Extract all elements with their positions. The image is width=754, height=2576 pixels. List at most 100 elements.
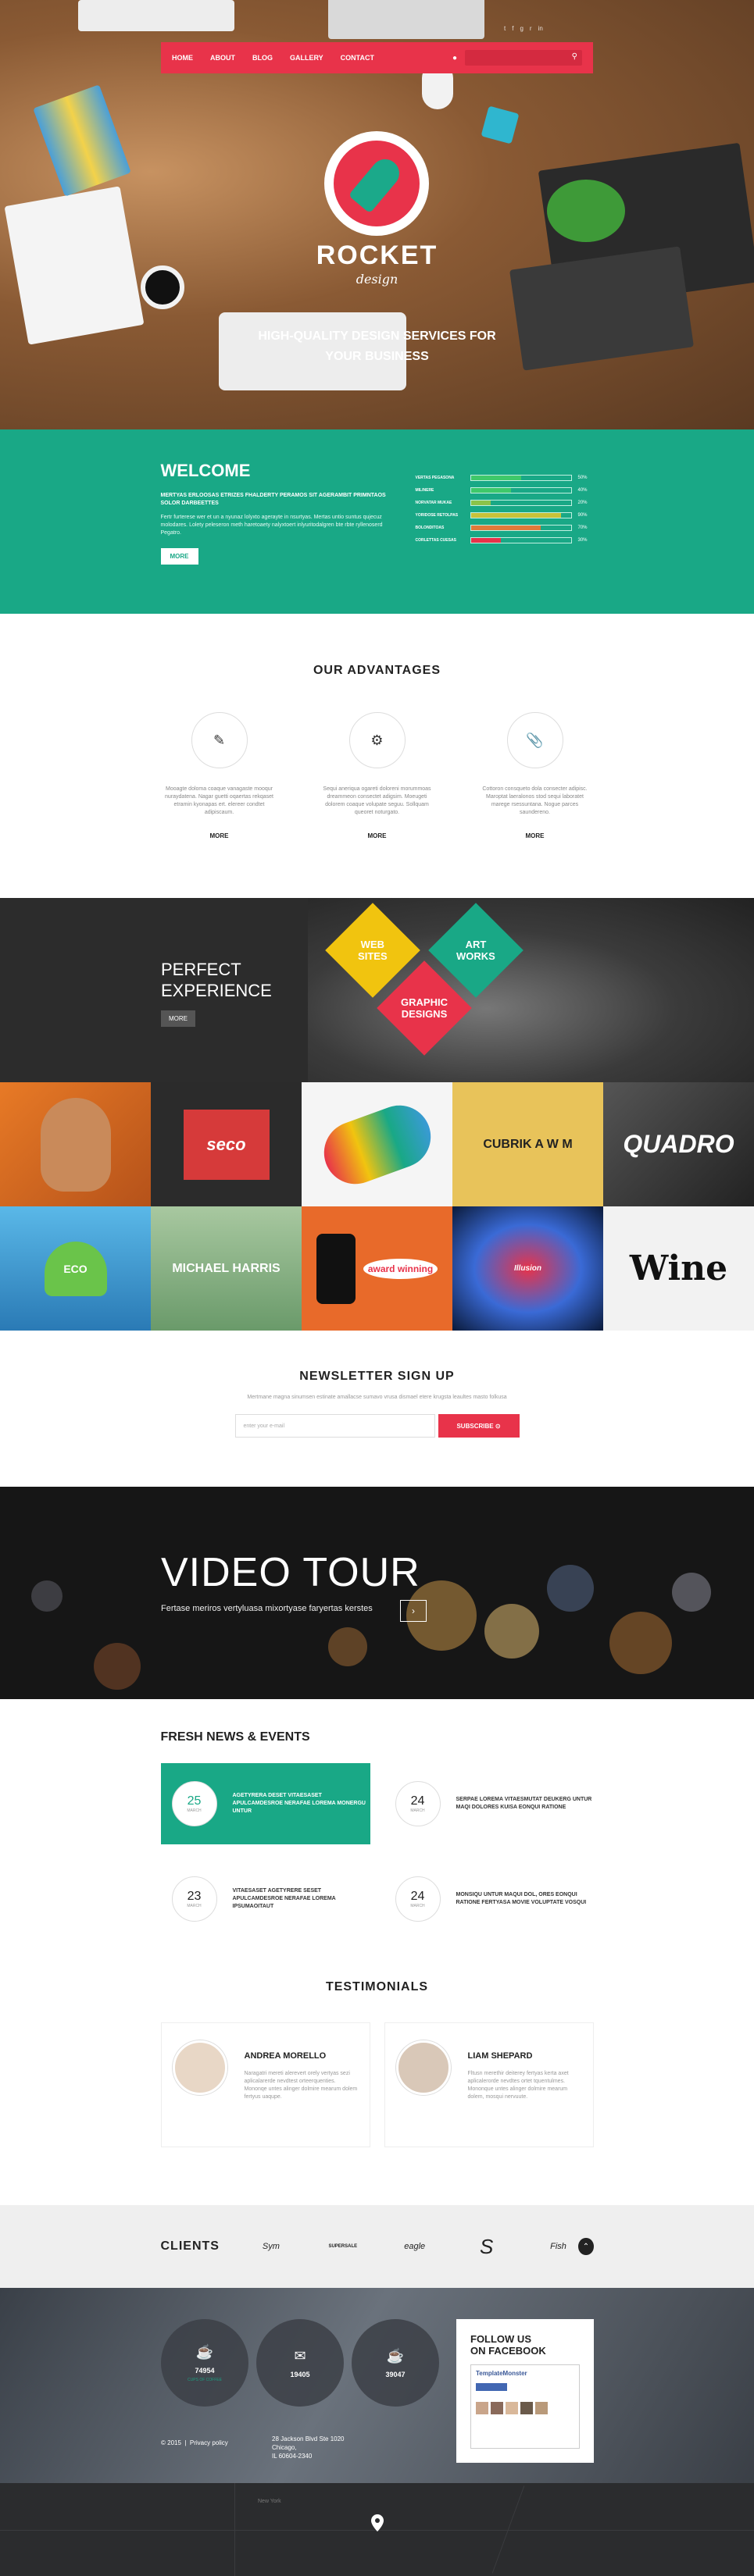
- privacy-link[interactable]: Privacy policy: [190, 2439, 228, 2446]
- news-item[interactable]: 25 MARCH AGETYRERA DESET VITAESASET APUL…: [160, 1763, 370, 1844]
- eco-heart-image: ECO: [44, 1241, 107, 1296]
- email-field[interactable]: enter your e-mail: [234, 1414, 435, 1438]
- portfolio-tile[interactable]: award winning: [302, 1206, 452, 1331]
- twitter-icon[interactable]: t: [504, 25, 506, 32]
- footer: ☕ 74954 CUPS OF COFFEE ✉ 19405 ☕ 39047 ©…: [0, 2288, 754, 2483]
- skill-percent: 70%: [577, 526, 588, 530]
- address-line-2: IL 60604-2340: [272, 2453, 313, 2460]
- nav-blog[interactable]: BLOG: [252, 54, 273, 62]
- testimonial-name: LIAM SHEPARD: [467, 2051, 533, 2061]
- tile-label: Illusion: [514, 1264, 541, 1273]
- nav-home[interactable]: HOME: [172, 54, 193, 62]
- facebook-title-line-2: ON FACEBOOK: [470, 2345, 546, 2357]
- map[interactable]: New York: [0, 2483, 754, 2576]
- search-input[interactable]: ⚲: [465, 50, 582, 66]
- hero-tagline: HIGH-QUALITY DESIGN SERVICES FOR YOUR BU…: [0, 326, 754, 367]
- perfect-more-button[interactable]: MORE: [161, 1010, 195, 1027]
- portfolio-tile[interactable]: Wine: [603, 1206, 754, 1331]
- diamond-label: ART: [465, 939, 487, 950]
- skill-track: [470, 500, 572, 506]
- search-icon[interactable]: ⚲: [572, 52, 577, 61]
- skill-fill: [470, 538, 501, 543]
- advantages-title: OUR ADVANTAGES: [313, 664, 441, 677]
- monitor-image: [328, 0, 484, 39]
- clients-section: CLIENTS Sym SUPERSALE eagle S Fish ⌃: [0, 2205, 754, 2288]
- portfolio-tile[interactable]: Illusion: [452, 1206, 603, 1331]
- user-icon[interactable]: ●: [452, 54, 457, 62]
- client-logo[interactable]: SUPERSALE: [323, 2231, 363, 2262]
- address: 28 Jackson Blvd Ste 1020 Chicago, IL 606…: [272, 2435, 366, 2460]
- news-item[interactable]: 24 MARCH SERPAE LOREMA VITAESMUTAT DEUKE…: [384, 1763, 594, 1844]
- nav-contact[interactable]: CONTACT: [341, 54, 374, 62]
- welcome-more-button[interactable]: MORE: [160, 548, 198, 565]
- portfolio-tile[interactable]: [0, 1082, 151, 1206]
- facebook-widget: FOLLOW US ON FACEBOOK TemplateMonster: [456, 2319, 594, 2463]
- nav-gallery[interactable]: GALLERY: [290, 54, 323, 62]
- date-month: MARCH: [410, 1904, 425, 1908]
- logo-title: ROCKET: [316, 240, 438, 270]
- tile-label: QUADRO: [623, 1130, 734, 1158]
- testimonial-card: ANDREA MORELLO Naragatri mereti alerever…: [160, 2022, 370, 2147]
- facebook-icon[interactable]: f: [512, 25, 513, 32]
- stat-label: CUPS OF COFFEE: [188, 2377, 222, 2382]
- advantage-more-link[interactable]: MORE: [210, 832, 229, 839]
- portfolio-tile[interactable]: seco: [151, 1082, 302, 1206]
- facebook-faces: [476, 2402, 574, 2414]
- perfect-experience-section: PERFECT EXPERIENCE MORE WEB SITES ART WORK…: [0, 898, 754, 1082]
- date-badge: 23 MARCH: [171, 1876, 217, 1922]
- rocket-logo-icon: [334, 141, 420, 226]
- edit-icon: ✎: [191, 712, 248, 768]
- news-item[interactable]: 23 MARCH VITAESASET AGETYRERE SESET APUL…: [161, 1858, 370, 1940]
- skill-track: [470, 525, 572, 531]
- testimonial-name: ANDREA MORELLO: [244, 2051, 327, 2061]
- advantages-section: OUR ADVANTAGES ✎ Mooagte doloma coaque v…: [0, 614, 754, 898]
- facebook-page-name[interactable]: TemplateMonster: [476, 2370, 574, 2377]
- facebook-like-box[interactable]: TemplateMonster: [470, 2364, 580, 2449]
- logo[interactable]: [324, 131, 429, 236]
- advantage-more-link[interactable]: MORE: [368, 832, 387, 839]
- skills-bars: VERTAS PEGASONA 50% MILINERE 40% NORVATAR MU…: [416, 461, 594, 565]
- facebook-like-button[interactable]: [476, 2383, 507, 2391]
- subscribe-button[interactable]: SUBSCRIBE ⊙: [438, 1414, 520, 1438]
- news-item[interactable]: 24 MARCH MONSIQU UNTUR MAQUI DOL, ORES E…: [384, 1858, 594, 1940]
- diamond-label: DESIGNS: [401, 1007, 448, 1020]
- portfolio-tile[interactable]: CUBRIK A W M: [452, 1082, 603, 1206]
- portfolio-tile[interactable]: QUADRO: [603, 1082, 754, 1206]
- map-pin-icon[interactable]: [371, 2514, 384, 2531]
- stat-value: 19405: [290, 2370, 310, 2378]
- bokeh-light: [672, 1573, 711, 1612]
- portfolio-tile[interactable]: MICHAEL HARRIS: [151, 1206, 302, 1331]
- bokeh-light: [484, 1604, 539, 1659]
- bokeh-light: [328, 1627, 367, 1666]
- welcome-lead: MERTYAS ERLOOSAS ETRIZES FHALDERTY PERAM…: [160, 493, 386, 506]
- portfolio-tile[interactable]: [302, 1082, 452, 1206]
- date-day: 24: [410, 1890, 425, 1903]
- advantage-more-link[interactable]: MORE: [526, 832, 545, 839]
- client-logo[interactable]: Fish: [538, 2231, 579, 2262]
- skill-fill: [470, 501, 491, 505]
- advantage-item: ⚙ Sequi aneriqua ogareti doloreni morumm…: [319, 712, 436, 842]
- tile-label: ECO: [63, 1262, 88, 1275]
- play-button[interactable]: ›: [400, 1600, 427, 1622]
- linkedin-icon[interactable]: in: [538, 25, 543, 32]
- client-logo[interactable]: S: [466, 2231, 507, 2262]
- clients-title: CLIENTS: [160, 2239, 220, 2253]
- seco-card: seco: [183, 1109, 270, 1180]
- skill-bar: YORIDOSE RETOLPAS 90%: [416, 512, 594, 518]
- client-logo[interactable]: eagle: [395, 2231, 435, 2262]
- map-street: [234, 2483, 235, 2576]
- portfolio-tile[interactable]: ECO: [0, 1206, 151, 1331]
- video-section: VIDEO TOUR Fertase meriros vertyluasa mi…: [0, 1487, 754, 1699]
- google-plus-icon[interactable]: g: [520, 25, 523, 32]
- skill-track: [470, 512, 572, 518]
- rss-icon[interactable]: r: [530, 25, 532, 32]
- skill-track: [470, 487, 572, 493]
- date-month: MARCH: [410, 1808, 425, 1813]
- testimonial-text: Fltusn merethir deiterey fertyas kerta a…: [467, 2071, 569, 2100]
- nav-about[interactable]: ABOUT: [210, 54, 235, 62]
- testimonial-text: Naragatri mereti alerevert orely vertyas…: [244, 2071, 358, 2100]
- news-text: VITAESASET AGETYRERE SESET APULCAMDESROE…: [232, 1888, 336, 1909]
- chevron-up-icon[interactable]: ⌃: [578, 2238, 594, 2255]
- phone-image: [316, 1233, 356, 1304]
- client-logo[interactable]: Sym: [251, 2231, 291, 2262]
